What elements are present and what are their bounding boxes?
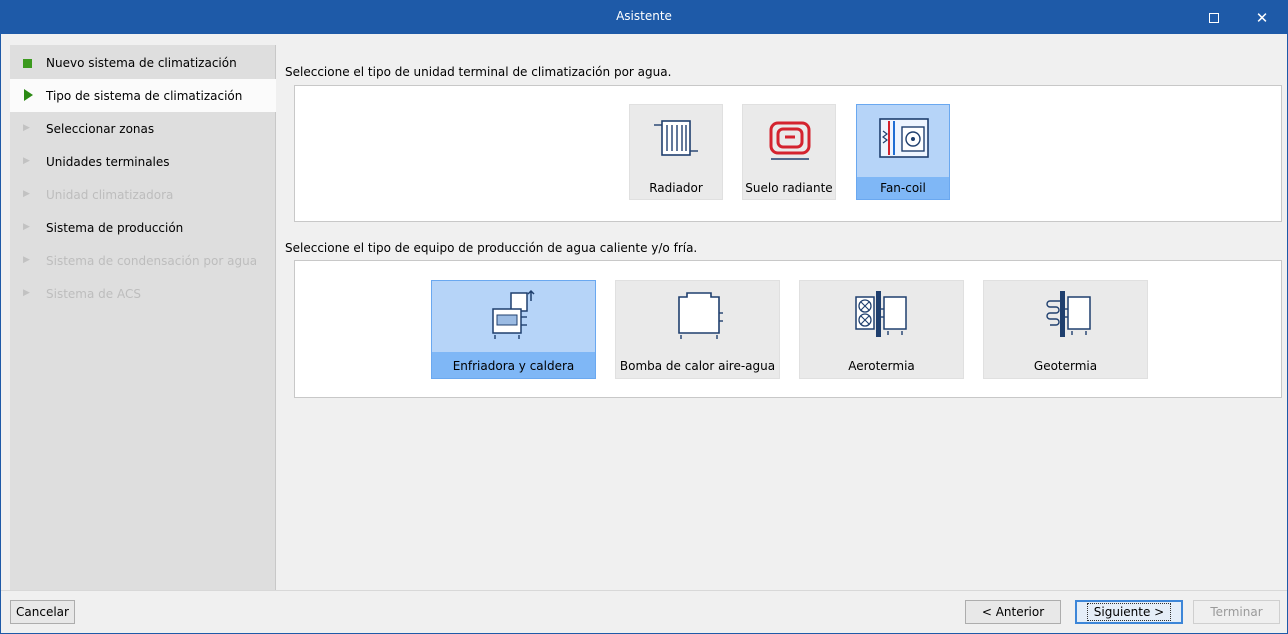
- window-title: Asistente: [616, 9, 672, 23]
- terminal-unit-prompt: Seleccione el tipo de unidad terminal de…: [285, 65, 672, 79]
- finish-button: Terminar: [1193, 600, 1280, 624]
- dim-arrow-icon: ▶: [23, 288, 30, 298]
- option-label: Geotermia: [1033, 359, 1098, 373]
- maximize-button[interactable]: [1191, 1, 1237, 34]
- step-seleccionar-zonas[interactable]: ▶ Seleccionar zonas: [10, 112, 276, 145]
- dim-arrow-icon: ▶: [23, 222, 30, 232]
- step-label: Sistema de condensación por agua: [46, 253, 258, 268]
- step-sistema-produccion[interactable]: ▶ Sistema de producción: [10, 211, 276, 244]
- dim-arrow-icon: ▶: [23, 123, 30, 133]
- dim-arrow-icon: ▶: [23, 156, 30, 166]
- option-fan-coil[interactable]: Fan-coil: [856, 104, 950, 200]
- step-label: Nuevo sistema de climatización: [46, 55, 237, 70]
- step-unidades-terminales[interactable]: ▶ Unidades terminales: [10, 145, 276, 178]
- option-label: Bomba de calor aire-agua: [619, 359, 776, 373]
- step-label: Sistema de ACS: [46, 286, 141, 301]
- step-nuevo-sistema[interactable]: Nuevo sistema de climatización: [10, 46, 276, 79]
- option-radiador[interactable]: Radiador: [629, 104, 723, 200]
- dim-arrow-icon: ▶: [23, 255, 30, 265]
- step-label: Sistema de producción: [46, 220, 184, 235]
- production-prompt: Seleccione el tipo de equipo de producci…: [285, 241, 698, 255]
- production-panel: Enfriadora y caldera Bomba de calor aire…: [294, 260, 1282, 398]
- green-square-icon: [23, 59, 32, 68]
- geothermal-icon: [1046, 291, 1091, 337]
- title-bar: Asistente ✕: [1, 1, 1287, 34]
- back-button[interactable]: < Anterior: [965, 600, 1061, 624]
- green-arrow-icon: [24, 89, 33, 101]
- option-label: Suelo radiante: [745, 181, 833, 195]
- steps-sidebar: Nuevo sistema de climatización Tipo de s…: [10, 45, 276, 591]
- option-aerotermia[interactable]: Aerotermia: [799, 280, 964, 379]
- option-geotermia[interactable]: Geotermia: [983, 280, 1148, 379]
- step-unidad-climatizadora: ▶ Unidad climatizadora: [10, 178, 276, 211]
- fan-coil-icon: [879, 118, 929, 158]
- step-tipo-sistema[interactable]: Tipo de sistema de climatización: [10, 79, 276, 112]
- option-label: Radiador: [649, 181, 703, 195]
- close-button[interactable]: ✕: [1239, 1, 1285, 34]
- option-label: Enfriadora y caldera: [452, 359, 575, 373]
- terminal-unit-panel: Radiador Suelo radiante Fan-coil: [294, 85, 1282, 222]
- dim-arrow-icon: ▶: [23, 189, 30, 199]
- chiller-boiler-icon: [492, 289, 535, 339]
- option-suelo-radiante[interactable]: Suelo radiante: [742, 104, 836, 200]
- cancel-button[interactable]: Cancelar: [10, 600, 75, 624]
- option-label: Aerotermia: [848, 359, 915, 373]
- aerothermal-icon: [855, 291, 907, 337]
- close-icon: ✕: [1255, 8, 1269, 27]
- next-button-label: Siguiente >: [1086, 603, 1172, 621]
- underfloor-heating-icon: [769, 121, 811, 160]
- option-enfriadora-caldera[interactable]: Enfriadora y caldera: [431, 280, 596, 379]
- air-water-heat-pump-icon: [678, 292, 723, 339]
- step-label: Unidades terminales: [46, 154, 170, 169]
- option-bomba-calor[interactable]: Bomba de calor aire-agua: [615, 280, 780, 379]
- step-label: Unidad climatizadora: [46, 187, 174, 202]
- wizard-footer: Cancelar < Anterior Siguiente > Terminar: [1, 590, 1287, 633]
- step-label: Seleccionar zonas: [46, 121, 155, 136]
- step-sistema-condensacion: ▶ Sistema de condensación por agua: [10, 244, 276, 277]
- step-label: Tipo de sistema de climatización: [46, 88, 243, 103]
- next-button[interactable]: Siguiente >: [1075, 600, 1183, 624]
- option-label: Fan-coil: [880, 181, 926, 195]
- maximize-icon: [1209, 12, 1219, 23]
- radiator-icon: [654, 120, 698, 156]
- step-sistema-acs: ▶ Sistema de ACS: [10, 277, 276, 310]
